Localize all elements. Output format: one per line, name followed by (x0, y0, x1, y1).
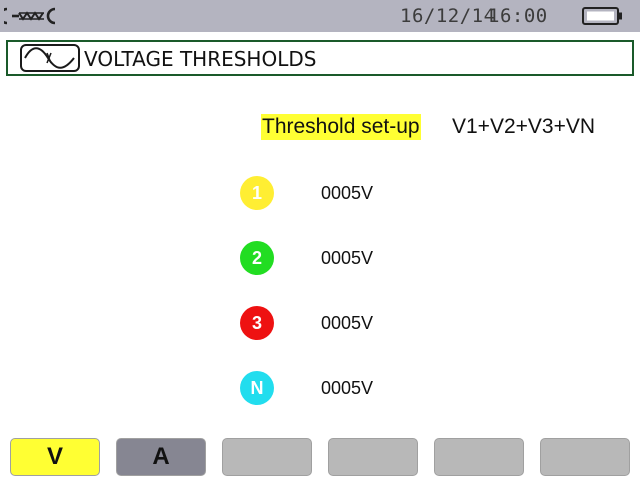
channel-threshold-n[interactable]: 0005V (321, 377, 373, 399)
waveform-icon (20, 44, 80, 72)
channel-threshold-2[interactable]: 0005V (321, 247, 373, 269)
channel-threshold-3[interactable]: 0005V (321, 312, 373, 334)
wrench-icon[interactable] (4, 4, 58, 28)
softkey-5[interactable] (434, 438, 524, 476)
channel-badge-3: 3 (240, 306, 274, 340)
threshold-setup-value[interactable]: V1+V2+V3+VN (452, 114, 595, 140)
channel-threshold-1[interactable]: 0005V (321, 182, 373, 204)
title-bar: VOLTAGE THRESHOLDS (6, 40, 634, 76)
channel-badge-2: 2 (240, 241, 274, 275)
softkey-current[interactable]: A (116, 438, 206, 476)
softkey-6[interactable] (540, 438, 630, 476)
softkey-3[interactable] (222, 438, 312, 476)
status-bar: 16/12/14 16:00 (0, 0, 640, 32)
channel-badge-n: N (240, 371, 274, 405)
status-time: 16:00 (488, 5, 548, 27)
channel-badge-1: 1 (240, 176, 274, 210)
threshold-setup-label[interactable]: Threshold set-up (261, 114, 421, 140)
status-date: 16/12/14 (400, 5, 496, 27)
battery-icon (582, 7, 622, 25)
page-title: VOLTAGE THRESHOLDS (84, 47, 317, 71)
softkey-voltage[interactable]: V (10, 438, 100, 476)
softkey-4[interactable] (328, 438, 418, 476)
